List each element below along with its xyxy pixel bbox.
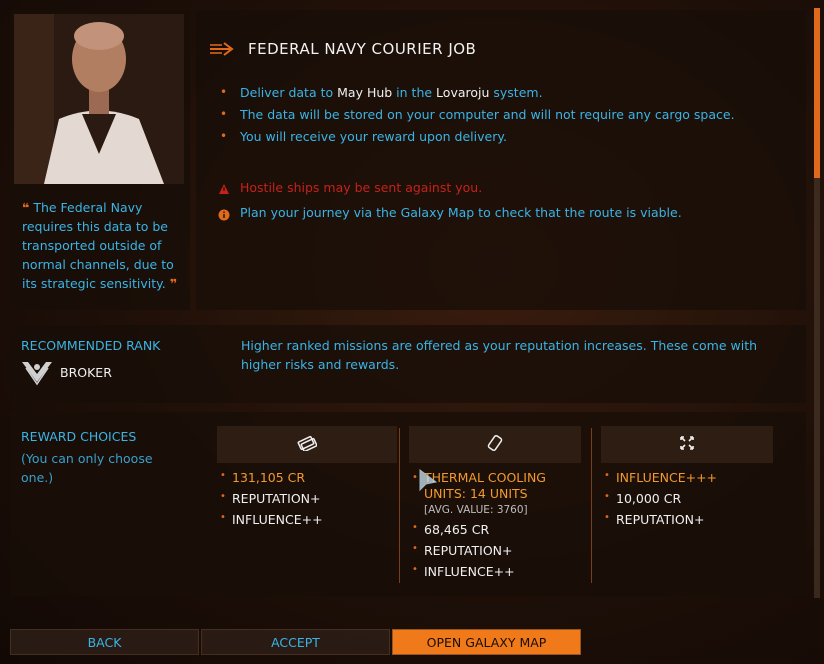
reward-choice-1[interactable]: • 131,105 CR • REPUTATION+ • INFLUENCE++ — [220, 470, 323, 533]
reward-choice-3[interactable]: • INFLUENCE+++ • 10,000 CR • REPUTATION+ — [604, 470, 717, 533]
open-galaxy-map-button[interactable]: OPEN GALAXY MAP — [392, 629, 581, 655]
mission-title: FEDERAL NAVY COURIER JOB — [248, 40, 477, 58]
npc-portrait — [14, 14, 184, 184]
reward-choice-3-header[interactable] — [601, 426, 773, 463]
route-info: Plan your journey via the Galaxy Map to … — [240, 205, 682, 220]
recommended-rank-label: RECOMMENDED RANK — [21, 338, 161, 353]
back-button[interactable]: BACK — [10, 629, 199, 655]
npc-quote: ❝ The Federal Navy requires this data to… — [22, 200, 178, 291]
reward-influence: • INFLUENCE+++ — [604, 470, 718, 485]
description-line-3: • You will receive your reward upon deli… — [220, 129, 507, 144]
open-quote-icon: ❝ — [22, 200, 30, 215]
reward-influence: • INFLUENCE++ — [412, 564, 515, 579]
reward-choice-1-header[interactable] — [217, 426, 397, 463]
rank-note: Higher ranked missions are offered as yo… — [241, 338, 758, 372]
reward-avg-value: [AVG. VALUE: 3760] — [424, 504, 528, 516]
bullet-icon: • — [220, 107, 228, 121]
rank-value: BROKER — [60, 365, 112, 380]
description-line-2: • The data will be stored on your comput… — [220, 107, 735, 122]
action-bar: BACK ACCEPT OPEN GALAXY MAP — [10, 629, 583, 655]
reward-choices-label: REWARD CHOICES — [21, 429, 137, 444]
destination-system: Lovaroju — [436, 85, 490, 100]
scrollbar-thumb[interactable] — [814, 8, 820, 178]
reward-divider-2 — [591, 428, 592, 583]
reward-credits: • 10,000 CR — [604, 491, 682, 506]
commodity-icon — [486, 434, 504, 456]
reward-credits: • 131,105 CR — [220, 470, 306, 485]
mission-arrow-icon — [208, 40, 242, 62]
reward-influence: • INFLUENCE++ — [220, 512, 323, 527]
reward-reputation: • REPUTATION+ — [220, 491, 321, 506]
rank-emblem-icon — [20, 358, 54, 390]
mouse-cursor-icon — [418, 468, 438, 498]
reward-choices-sub: (You can only choose one.) — [21, 451, 153, 485]
destination-station: May Hub — [337, 85, 393, 100]
reward-credits: • 68,465 CR — [412, 522, 490, 537]
bullet-icon: • — [220, 85, 228, 99]
hostile-warning: Hostile ships may be sent against you. — [240, 180, 483, 195]
reward-reputation: • REPUTATION+ — [412, 543, 513, 558]
bullet-icon: • — [220, 129, 228, 143]
reward-reputation: • REPUTATION+ — [604, 512, 705, 527]
credits-icon — [297, 435, 318, 455]
description-line-1: • Deliver data to May Hub in the Lovaroj… — [220, 85, 543, 100]
reward-divider-1 — [399, 428, 400, 583]
influence-icon — [678, 434, 696, 456]
accept-button[interactable]: ACCEPT — [201, 629, 390, 655]
reward-choice-2-header[interactable] — [409, 426, 581, 463]
close-quote-icon: ❞ — [169, 276, 178, 291]
